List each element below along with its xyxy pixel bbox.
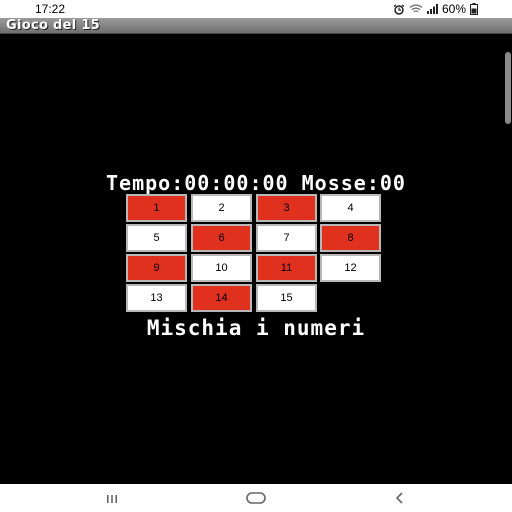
home-button[interactable] (236, 484, 276, 512)
tile-5[interactable]: 5 (126, 224, 187, 252)
battery-icon (470, 3, 478, 15)
recent-apps-button[interactable] (92, 484, 132, 512)
back-button[interactable] (380, 484, 420, 512)
app-title: Gioco del 15 (6, 18, 101, 33)
recent-apps-icon (106, 489, 118, 508)
tile-14[interactable]: 14 (191, 284, 252, 312)
alarm-icon (393, 3, 405, 15)
tile-8[interactable]: 8 (320, 224, 381, 252)
navigation-bar (0, 484, 512, 512)
status-bar: 17:22 60% (0, 0, 512, 18)
puzzle-board: 1 2 3 4 5 6 7 8 9 10 11 12 13 14 15 (126, 194, 382, 312)
status-icons: 60% (393, 2, 478, 16)
tile-1[interactable]: 1 (126, 194, 187, 222)
signal-icon (426, 4, 438, 14)
time-moves-counter: Tempo:00:00:00 Mosse:00 (106, 171, 406, 195)
tile-15[interactable]: 15 (256, 284, 317, 312)
tile-2[interactable]: 2 (191, 194, 252, 222)
tile-7[interactable]: 7 (256, 224, 317, 252)
shuffle-button[interactable]: Mischia i numeri (0, 316, 512, 340)
title-bar: Gioco del 15 (0, 18, 512, 34)
tile-10[interactable]: 10 (191, 254, 252, 282)
tile-13[interactable]: 13 (126, 284, 187, 312)
tile-4[interactable]: 4 (320, 194, 381, 222)
back-icon (395, 489, 405, 508)
tile-12[interactable]: 12 (320, 254, 381, 282)
scrollbar-handle[interactable] (505, 52, 511, 124)
tile-3[interactable]: 3 (256, 194, 317, 222)
tile-6[interactable]: 6 (191, 224, 252, 252)
status-time: 17:22 (35, 2, 66, 16)
tile-9[interactable]: 9 (126, 254, 187, 282)
home-icon (246, 489, 266, 508)
tile-11[interactable]: 11 (256, 254, 317, 282)
wifi-icon (409, 4, 423, 14)
battery-percent: 60% (441, 2, 466, 16)
